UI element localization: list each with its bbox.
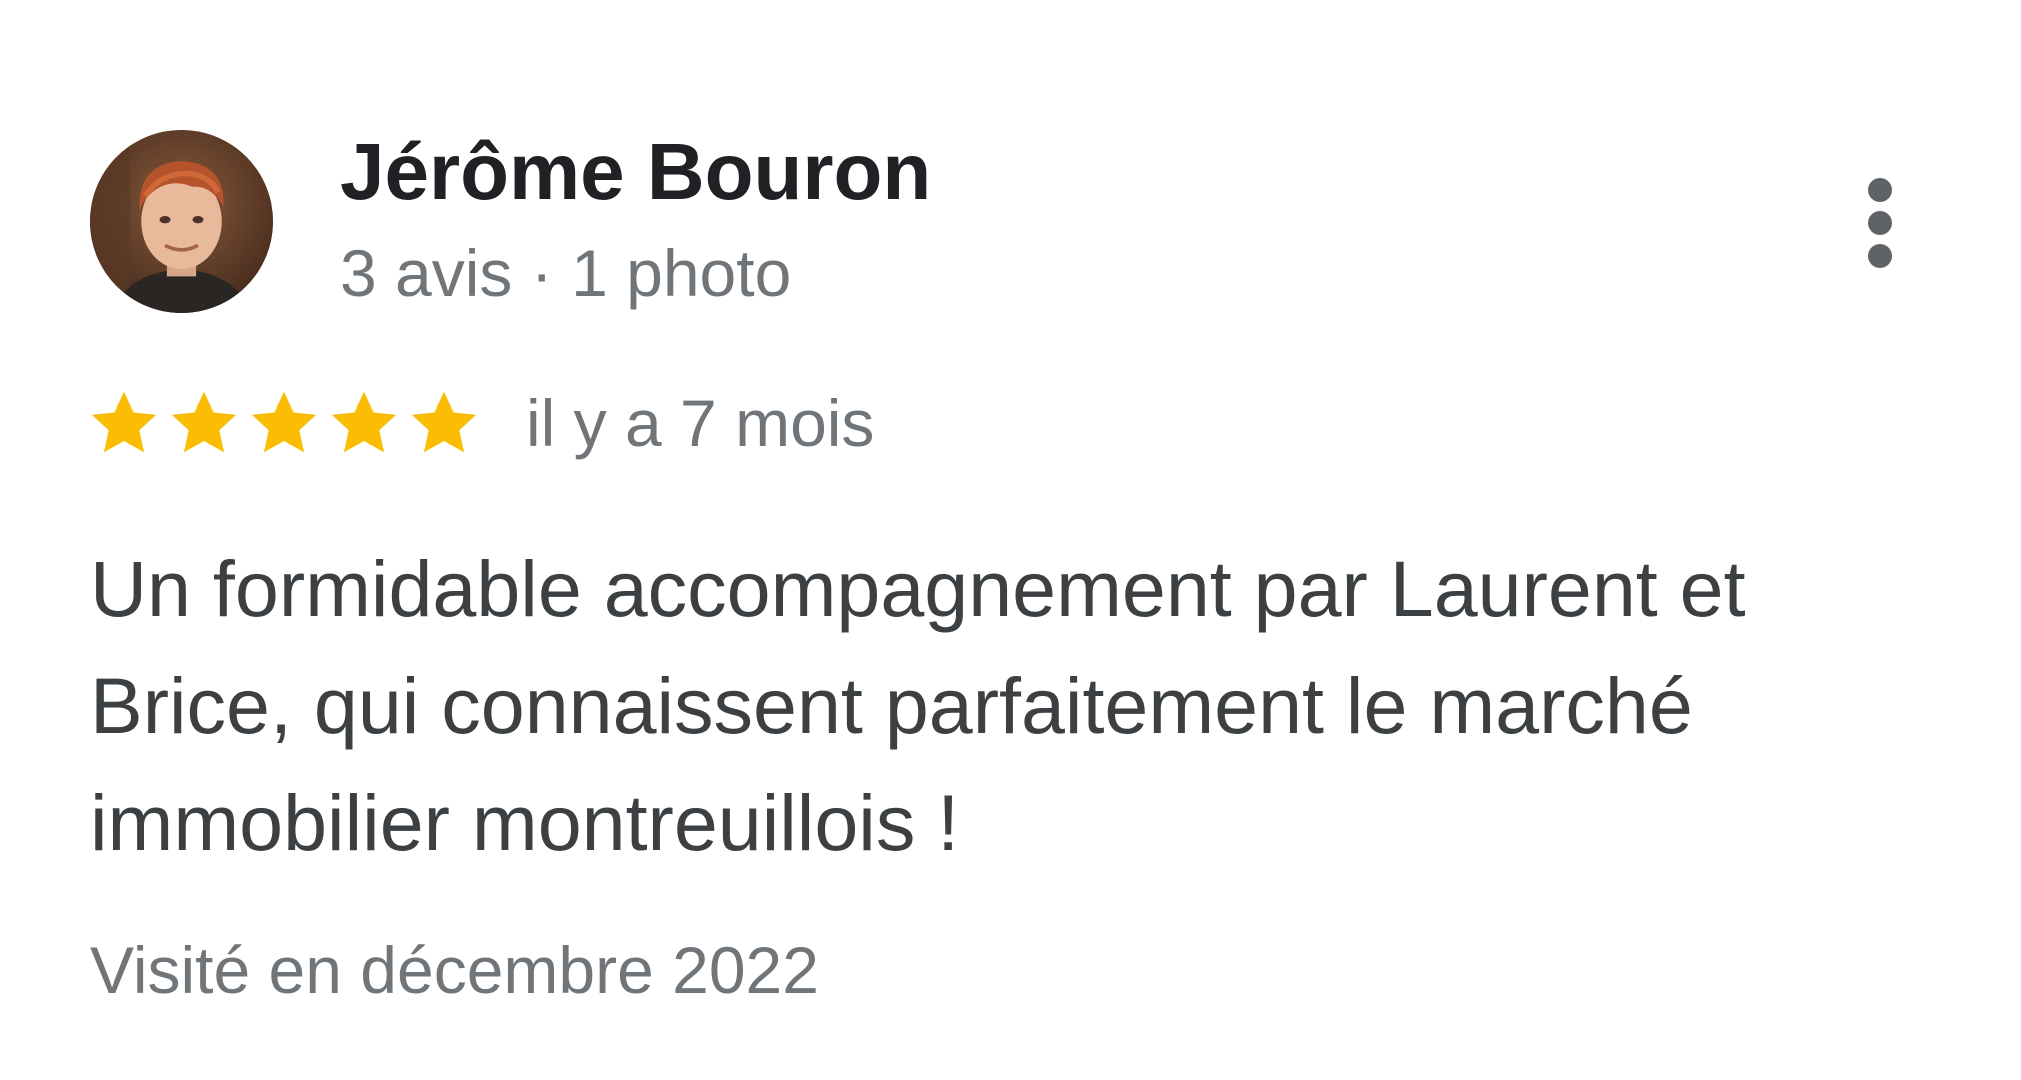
avatar-photo-icon (90, 130, 273, 313)
reviewer-name[interactable]: Jérôme Bouron (340, 122, 931, 222)
rating-row: il y a 7 mois (88, 378, 874, 468)
star-rating (88, 387, 480, 459)
star-icon (251, 391, 317, 453)
review-date: il y a 7 mois (526, 386, 875, 460)
more-vert-icon-dot (1868, 244, 1892, 268)
star-icon (411, 391, 477, 453)
reviewer-avatar[interactable] (90, 130, 273, 313)
more-vert-icon (1868, 178, 1892, 202)
more-vert-icon-dot (1868, 211, 1892, 235)
star-icon (331, 391, 397, 453)
star-icon (171, 391, 237, 453)
review-text: Un formidable accompagnement par Laurent… (90, 544, 1746, 867)
review-card: Jérôme Bouron 3 avis · 1 photo il y a 7 … (0, 0, 2021, 1080)
more-options-button[interactable] (1850, 168, 1910, 278)
visit-date: Visité en décembre 2022 (90, 933, 819, 1007)
star-icon (91, 391, 157, 453)
reviewer-stats: 3 avis · 1 photo (340, 236, 792, 310)
